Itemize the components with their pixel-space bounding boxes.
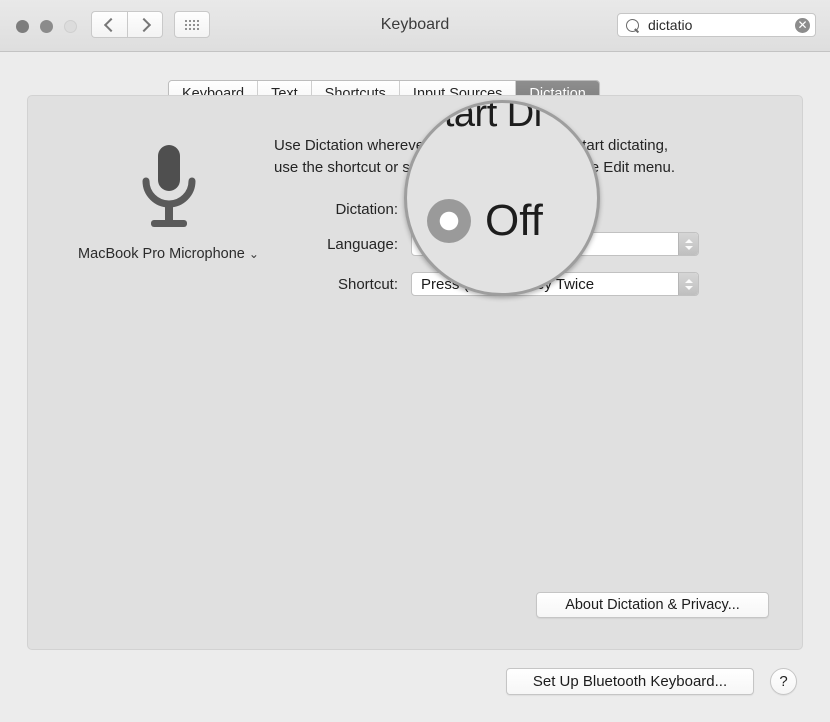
- magnifier-loupe: Start Di Off: [404, 100, 600, 296]
- shortcut-popup-stepper-icon: [678, 273, 698, 295]
- search-field[interactable]: dictatio ✕: [617, 13, 816, 37]
- help-button[interactable]: ?: [770, 668, 797, 695]
- magnified-dictation-off-radio: Off: [427, 199, 543, 243]
- search-icon: [626, 19, 639, 32]
- set-up-bluetooth-keyboard-button[interactable]: Set Up Bluetooth Keyboard...: [506, 668, 754, 695]
- language-popup-stepper-icon: [678, 233, 698, 255]
- window-titlebar: Keyboard dictatio ✕: [0, 0, 830, 52]
- magnified-radio-dot-icon: [427, 199, 471, 243]
- magnified-radio-label: Off: [485, 196, 543, 245]
- language-label: Language:: [327, 236, 398, 253]
- dictation-label: Dictation:: [335, 201, 398, 218]
- shortcut-label: Shortcut:: [337, 276, 398, 293]
- search-input[interactable]: dictatio: [648, 17, 692, 33]
- magnifier-content: Start Di Off: [407, 100, 597, 293]
- about-dictation-privacy-button[interactable]: About Dictation & Privacy...: [536, 592, 769, 618]
- search-clear-icon[interactable]: ✕: [795, 18, 810, 33]
- magnified-start-dictation-text: Start Di: [419, 100, 542, 135]
- system-preferences-window: Keyboard dictatio ✕ Keyboard Text Shortc…: [0, 0, 830, 722]
